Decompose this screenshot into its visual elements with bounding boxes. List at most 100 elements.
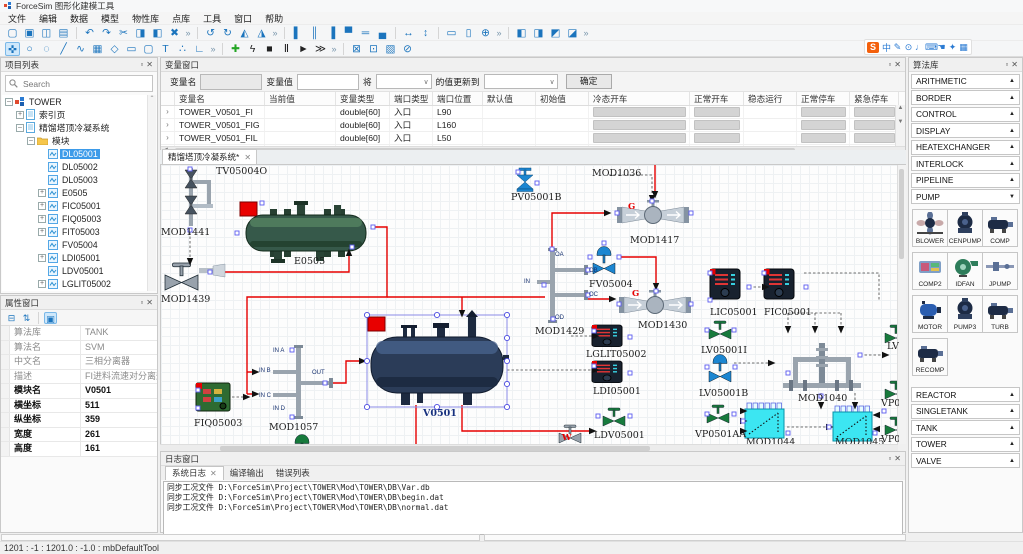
property-row-算法名[interactable]: 算法名SVM <box>1 341 157 356</box>
flip-horizontal-icon[interactable]: ◭ <box>237 26 252 40</box>
close-panel-icon[interactable]: ✕ <box>1011 60 1018 69</box>
menu-模型[interactable]: 模型 <box>101 12 119 25</box>
menu-数据[interactable]: 数据 <box>70 12 88 25</box>
same-width-icon[interactable]: ▭ <box>444 26 459 40</box>
column-header-正常开车[interactable]: 正常开车 <box>690 92 744 105</box>
search-box[interactable] <box>5 75 153 92</box>
cell-button[interactable] <box>801 120 846 130</box>
overflow-icon[interactable]: » <box>330 42 338 56</box>
cell-button[interactable] <box>694 133 740 143</box>
cell-button[interactable] <box>854 133 895 143</box>
equipment-mod1430[interactable] <box>619 290 691 314</box>
cell-button[interactable] <box>593 107 686 117</box>
property-row-高度[interactable]: 高度161 <box>1 442 157 457</box>
equipment-mod1040[interactable] <box>783 343 861 391</box>
align-right-icon[interactable]: ▐ <box>324 26 339 40</box>
tree-item-LDV05001[interactable]: LDV05001 <box>2 264 156 277</box>
sogou-toolbox-icon[interactable]: ✦ <box>947 42 958 53</box>
center-canvas-icon[interactable]: ⊕ <box>478 26 493 40</box>
tree-item-FIT05003[interactable]: +FIT05003 <box>2 225 156 238</box>
distribute-horizontal-icon[interactable]: ↔ <box>401 26 416 40</box>
cell-button[interactable] <box>694 120 740 130</box>
log-tab-系统日志[interactable]: 系统日志✕ <box>165 466 224 480</box>
tree-item-精馏塔顶冷凝系统[interactable]: –精馏塔顶冷凝系统 <box>2 121 156 134</box>
tree-item-LGLIT05002[interactable]: +LGLIT05002 <box>2 277 156 290</box>
tree-item-模块[interactable]: –模块 <box>2 134 156 147</box>
cell-button[interactable] <box>593 133 686 143</box>
chevron-up-icon[interactable]: ▲ <box>1009 111 1015 117</box>
chevron-up-icon[interactable]: ▲ <box>1009 95 1015 101</box>
flip-vertical-icon[interactable]: ◮ <box>254 26 269 40</box>
zoom-fit-icon[interactable]: ⊠ <box>349 42 364 56</box>
equipment-vp0501aa[interactable] <box>707 405 729 423</box>
categorize-view-icon[interactable]: ⊟ <box>5 312 18 324</box>
property-row-模块名[interactable]: 模块名V0501 <box>1 384 157 399</box>
ungroup-icon[interactable]: ◨ <box>531 26 546 40</box>
overflow-icon[interactable]: » <box>495 26 503 40</box>
stop-icon[interactable]: ■ <box>262 42 277 56</box>
rotate-left-icon[interactable]: ↺ <box>203 26 218 40</box>
close-panel-icon[interactable]: ✕ <box>894 454 901 463</box>
equipment-lv05001b[interactable] <box>709 355 731 383</box>
ellipse-tool-icon[interactable]: ◌ <box>39 42 54 56</box>
palette-item-JPUMP[interactable]: JPUMP <box>982 252 1018 290</box>
sogou-input-bar[interactable]: S中✎⊙♩⌨☚✦▦ <box>864 39 972 55</box>
search-input[interactable] <box>21 78 149 90</box>
polygon-tool-icon[interactable]: ◇ <box>107 42 122 56</box>
float-panel-icon[interactable]: ▫ <box>140 60 143 69</box>
column-header-当前值[interactable]: 当前值 <box>265 92 336 105</box>
float-panel-icon[interactable]: ▫ <box>888 60 891 69</box>
sogou-handwriting-icon[interactable]: ✎ <box>892 42 903 53</box>
tree-item-DL05002[interactable]: DL05002 <box>2 160 156 173</box>
column-header-紧急停车[interactable]: 紧急停车 <box>850 92 899 105</box>
column-header-稳态运行[interactable]: 稳态运行 <box>744 92 797 105</box>
property-row-横坐标[interactable]: 横坐标511 <box>1 399 157 414</box>
cut-icon[interactable]: ✂ <box>116 26 131 40</box>
run-icon[interactable]: ► <box>296 42 311 56</box>
equipment-bottom-valve[interactable] <box>291 435 313 445</box>
tree-item-FIC05001[interactable]: +FIC05001 <box>2 199 156 212</box>
cell-button[interactable] <box>854 120 895 130</box>
equipment-mod1439[interactable] <box>165 263 225 290</box>
row-expander-icon[interactable]: › <box>161 132 175 144</box>
rounded-rect-tool-icon[interactable]: ▢ <box>141 42 156 56</box>
save-icon[interactable]: ▣ <box>22 26 37 40</box>
sogou-keyboard-icon[interactable]: ⌨ <box>925 42 936 53</box>
pause-icon[interactable]: Ⅱ <box>279 42 294 56</box>
equipment-fiq05003[interactable] <box>196 383 230 411</box>
chevron-down-icon[interactable]: ▼ <box>1009 194 1015 200</box>
property-row-算法库[interactable]: 算法库TANK <box>1 326 157 341</box>
tree-item-索引页[interactable]: +索引页 <box>2 108 156 121</box>
bring-front-icon[interactable]: ◩ <box>548 26 563 40</box>
overflow-icon[interactable]: » <box>582 26 590 40</box>
palette-item-MOTOR[interactable]: MOTOR <box>912 295 948 333</box>
palette-section-DISPLAY[interactable]: DISPLAY▲ <box>911 123 1020 138</box>
delete-icon[interactable]: ✖ <box>167 26 182 40</box>
menu-帮助[interactable]: 帮助 <box>265 12 283 25</box>
pan-tool-icon[interactable]: ✜ <box>5 42 20 56</box>
variable-row-TOWER_V0501_FI[interactable]: ›TOWER_V0501_FIdouble[60]入口L90 <box>161 106 905 119</box>
tree-item-TOWER[interactable]: –TOWER <box>2 95 156 108</box>
send-back-icon[interactable]: ◪ <box>565 26 580 40</box>
align-middle-icon[interactable]: ═ <box>358 26 373 40</box>
print-icon[interactable]: ▤ <box>56 26 71 40</box>
float-panel-icon[interactable]: ▫ <box>888 454 891 463</box>
paste-icon[interactable]: ◧ <box>150 26 165 40</box>
column-header-冷态开车[interactable]: 冷态开车 <box>589 92 690 105</box>
row-expander-icon[interactable]: › <box>161 106 175 118</box>
line-tool-icon[interactable]: ╱ <box>56 42 71 56</box>
chevron-up-icon[interactable]: ▲ <box>1009 441 1015 447</box>
save-all-icon[interactable]: ◫ <box>39 26 54 40</box>
close-panel-icon[interactable]: ✕ <box>894 60 901 69</box>
palette-section-CONTROL[interactable]: CONTROL▲ <box>911 107 1020 122</box>
equipment-mod1044[interactable] <box>745 403 784 438</box>
copy-icon[interactable]: ◨ <box>133 26 148 40</box>
event-icon[interactable]: ϟ <box>245 42 260 56</box>
log-output[interactable]: 同步工况文件 D:\ForceSim\Project\TOWER\Mod\TOW… <box>163 481 903 535</box>
menu-工具[interactable]: 工具 <box>203 12 221 25</box>
float-panel-icon[interactable]: ▫ <box>1005 60 1008 69</box>
condition-select[interactable]: ∨ <box>376 74 432 89</box>
chevron-up-icon[interactable]: ▲ <box>1009 161 1015 167</box>
property-box-icon[interactable]: ▣ <box>44 312 57 324</box>
redo-icon[interactable]: ↷ <box>99 26 114 40</box>
